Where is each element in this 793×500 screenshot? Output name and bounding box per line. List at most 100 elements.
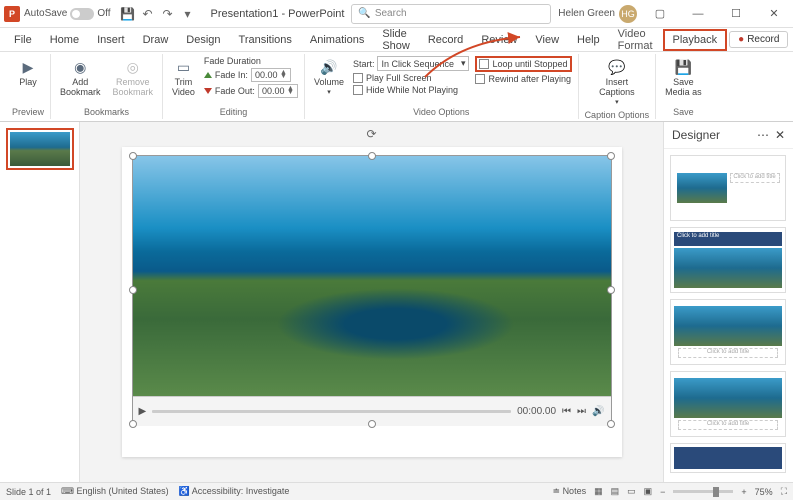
view-reading-icon[interactable]: ▭: [627, 486, 636, 497]
tab-slideshow[interactable]: Slide Show: [374, 25, 418, 55]
account-button[interactable]: Helen Green HG: [558, 5, 637, 23]
ribbon: ▶Play Preview ◉Add Bookmark ◎Remove Book…: [0, 52, 793, 122]
maximize-icon[interactable]: ☐: [721, 7, 751, 20]
resize-handle[interactable]: [129, 420, 137, 428]
tab-home[interactable]: Home: [42, 31, 87, 49]
resize-handle[interactable]: [368, 152, 376, 160]
remove-bookmark-button: ◎Remove Bookmark: [110, 56, 157, 99]
fade-in-input[interactable]: 00.00▲▼: [251, 68, 291, 82]
autosave-toggle[interactable]: AutoSave Off: [24, 8, 111, 20]
view-sorter-icon[interactable]: ▤: [611, 486, 620, 497]
resize-handle[interactable]: [607, 286, 615, 294]
group-save: 💾Save Media as Save: [656, 54, 711, 119]
video-seek-bar[interactable]: [152, 410, 511, 413]
tab-draw[interactable]: Draw: [135, 31, 177, 49]
tab-record[interactable]: Record: [420, 31, 471, 49]
caption-icon: 💬: [608, 58, 626, 76]
slide-counter[interactable]: Slide 1 of 1: [6, 487, 51, 497]
designer-pane: Designer ⋯ ✕ Click to add title Click to …: [663, 122, 793, 482]
video-volume-icon[interactable]: 🔊: [592, 406, 604, 417]
fade-in-row[interactable]: Fade In:00.00▲▼: [204, 68, 298, 82]
powerpoint-icon: P: [4, 6, 20, 22]
search-input[interactable]: 🔍 Search: [351, 4, 551, 24]
video-object[interactable]: ▶ 00:00.00 ⏮ ⏭ 🔊: [132, 155, 612, 425]
save-icon[interactable]: 💾: [121, 7, 135, 21]
slide-canvas[interactable]: ⟳ ▶ 00:00.00 ⏮ ⏭ 🔊: [80, 122, 663, 482]
design-idea-4[interactable]: Click to add title: [670, 371, 786, 437]
undo-icon[interactable]: ↶: [141, 7, 155, 21]
tab-playback[interactable]: Playback: [663, 29, 728, 51]
workarea: ⟳ ▶ 00:00.00 ⏮ ⏭ 🔊: [0, 122, 793, 482]
accessibility-status[interactable]: ♿ Accessibility: Investigate: [179, 486, 290, 497]
tab-file[interactable]: File: [6, 31, 40, 49]
qat-dropdown-icon[interactable]: ▾: [181, 7, 195, 21]
fade-out-row[interactable]: Fade Out:00.00▲▼: [204, 84, 298, 98]
view-normal-icon[interactable]: ▦: [594, 486, 603, 497]
slide: ⟳ ▶ 00:00.00 ⏮ ⏭ 🔊: [122, 147, 622, 457]
fade-out-input[interactable]: 00.00▲▼: [258, 84, 298, 98]
play-icon: ▶: [19, 58, 37, 76]
tab-view[interactable]: View: [527, 31, 567, 49]
volume-button[interactable]: 🔊Volume▾: [311, 56, 347, 98]
ribbon-options-icon[interactable]: ▢: [645, 7, 675, 20]
ribbon-tabs: File Home Insert Draw Design Transitions…: [0, 28, 793, 52]
rewind-after-checkbox[interactable]: Rewind after Playing: [475, 74, 571, 84]
language-status[interactable]: ⌨ English (United States): [61, 486, 169, 497]
video-prev-icon[interactable]: ⏮: [562, 406, 571, 417]
tab-transitions[interactable]: Transitions: [231, 31, 300, 49]
hide-not-playing-checkbox[interactable]: Hide While Not Playing: [353, 85, 470, 95]
zoom-slider[interactable]: [673, 490, 733, 493]
redo-icon[interactable]: ↷: [161, 7, 175, 21]
start-dropdown[interactable]: Start:In Click Sequence▾: [353, 56, 470, 71]
video-time: 00:00.00: [517, 406, 556, 417]
group-caption: 💬Insert Captions▾ Caption Options: [579, 54, 657, 119]
zoom-in-icon[interactable]: +: [741, 487, 746, 497]
view-slideshow-icon[interactable]: ▣: [644, 486, 653, 497]
resize-handle[interactable]: [607, 420, 615, 428]
group-bookmarks: ◉Add Bookmark ◎Remove Bookmark Bookmarks: [51, 54, 163, 119]
zoom-level[interactable]: 75%: [755, 487, 773, 497]
tab-insert[interactable]: Insert: [89, 31, 133, 49]
trim-video-button[interactable]: ▭Trim Video: [169, 56, 198, 99]
statusbar: Slide 1 of 1 ⌨ English (United States) ♿…: [0, 482, 793, 500]
designer-title: Designer: [672, 128, 720, 142]
design-idea-2[interactable]: Click to add title: [670, 227, 786, 293]
fit-to-window-icon[interactable]: ⛶: [781, 486, 787, 497]
trim-icon: ▭: [174, 58, 192, 76]
resize-handle[interactable]: [129, 286, 137, 294]
fade-duration-label: Fade Duration: [204, 56, 298, 66]
minimize-icon[interactable]: —: [683, 8, 713, 20]
loop-until-stopped-checkbox[interactable]: Loop until Stopped: [475, 56, 571, 72]
play-button[interactable]: ▶Play: [16, 56, 40, 89]
tab-animations[interactable]: Animations: [302, 31, 372, 49]
resize-handle[interactable]: [607, 152, 615, 160]
toggle-off-icon[interactable]: [70, 8, 94, 20]
notes-button[interactable]: ≐ Notes: [553, 486, 587, 497]
close-icon[interactable]: ✕: [759, 7, 789, 20]
tab-video-format[interactable]: Video Format: [610, 25, 661, 55]
design-idea-5[interactable]: [670, 443, 786, 473]
group-preview: ▶Play Preview: [6, 54, 51, 119]
save-media-button[interactable]: 💾Save Media as: [662, 56, 705, 99]
designer-menu-icon[interactable]: ⋯: [757, 128, 769, 142]
rotate-handle[interactable]: ⟳: [366, 127, 376, 141]
thumbnail-slide-1[interactable]: [6, 128, 74, 170]
add-bookmark-button[interactable]: ◉Add Bookmark: [57, 56, 104, 99]
video-play-icon[interactable]: ▶: [139, 406, 147, 417]
document-title: Presentation1 - PowerPoint: [211, 8, 345, 20]
design-idea-3[interactable]: Click to add title: [670, 299, 786, 365]
tab-design[interactable]: Design: [178, 31, 228, 49]
designer-close-icon[interactable]: ✕: [775, 128, 785, 142]
insert-captions-button[interactable]: 💬Insert Captions▾: [596, 56, 638, 108]
volume-icon: 🔊: [320, 58, 338, 76]
fade-out-icon: [204, 88, 212, 94]
tab-review[interactable]: Review: [473, 31, 525, 49]
tab-help[interactable]: Help: [569, 31, 608, 49]
resize-handle[interactable]: [368, 420, 376, 428]
design-idea-1[interactable]: Click to add title: [670, 155, 786, 221]
full-screen-checkbox[interactable]: Play Full Screen: [353, 73, 470, 83]
video-next-icon[interactable]: ⏭: [577, 406, 586, 417]
resize-handle[interactable]: [129, 152, 137, 160]
record-button[interactable]: ●Record: [729, 31, 788, 48]
zoom-out-icon[interactable]: −: [660, 487, 665, 497]
